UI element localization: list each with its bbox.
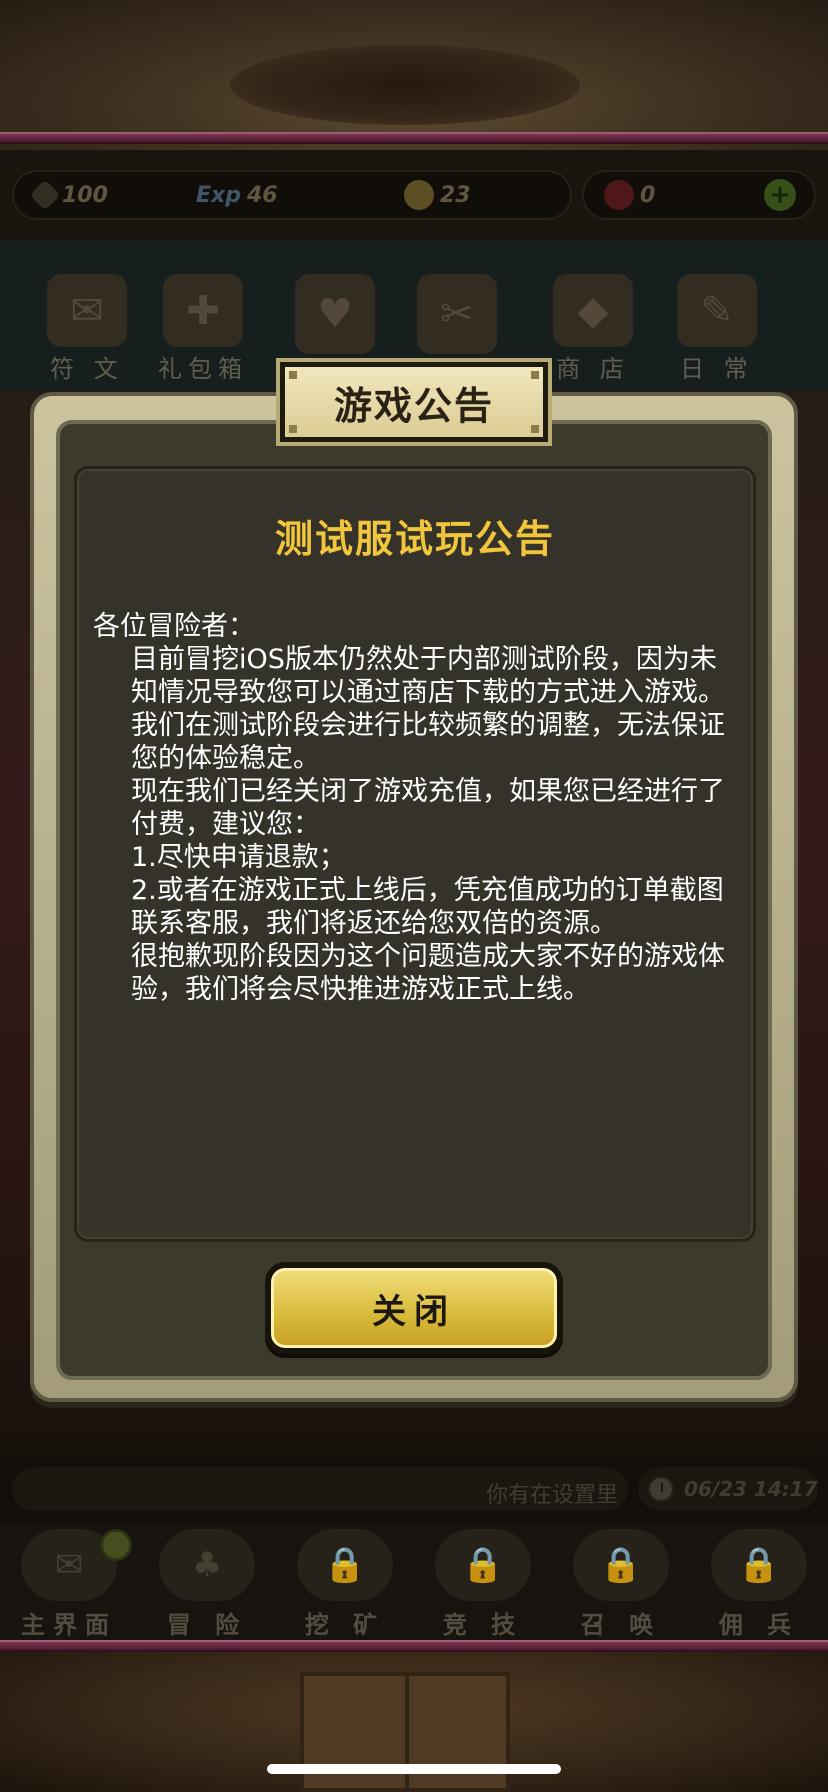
notice-body: 各位冒险者： 目前冒挖iOS版本仍然处于内部测试阶段，因为未知情况导致您可以通过… <box>93 610 733 1006</box>
plaque-corner-decoration <box>289 371 297 379</box>
plaque-corner-decoration <box>531 425 539 433</box>
dialog-title-plaque: 游戏公告 <box>276 358 552 446</box>
notice-paragraph: 很抱歉现阶段因为这个问题造成大家不好的游戏体验，我们将会尽快推进游戏正式上线。 <box>131 941 725 1005</box>
notice-greeting: 各位冒险者： <box>93 611 255 642</box>
home-indicator[interactable] <box>267 1764 561 1774</box>
close-button-label: 关闭 <box>372 1291 456 1332</box>
dialog-title: 游戏公告 <box>333 383 494 428</box>
plaque-corner-decoration <box>531 371 539 379</box>
notice-heading: 测试服试玩公告 <box>274 517 555 561</box>
notice-paragraph: 现在我们已经关闭了游戏充值，如果您已经进行了付费，建议您： <box>131 776 725 840</box>
close-button[interactable]: 关闭 <box>265 1262 563 1354</box>
plaque-corner-decoration <box>289 425 297 433</box>
notice-list-item: 2.或者在游戏正式上线后，凭充值成功的订单截图联系客服，我们将返还给您双倍的资源… <box>131 875 724 939</box>
notice-list-item: 1.尽快申请退款； <box>131 842 346 873</box>
notice-paragraph: 目前冒挖iOS版本仍然处于内部测试阶段，因为未知情况导致您可以通过商店下载的方式… <box>131 644 725 774</box>
